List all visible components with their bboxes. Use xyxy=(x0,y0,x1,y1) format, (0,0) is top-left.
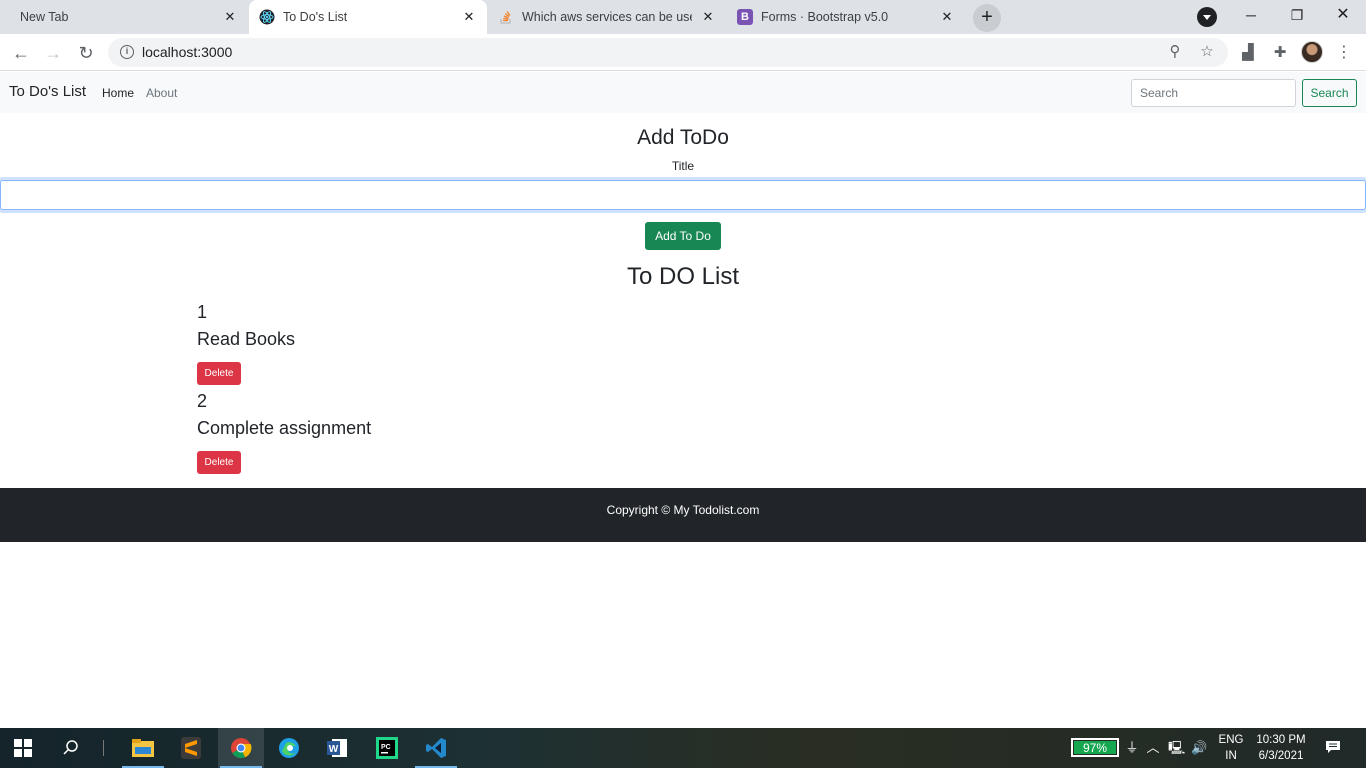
back-icon[interactable]: ← xyxy=(8,40,34,66)
tab-new-tab[interactable]: New Tab ✕ xyxy=(8,0,248,34)
minimize-icon[interactable]: ─ xyxy=(1228,0,1274,30)
tab-label: Forms · Bootstrap v5.0 xyxy=(761,10,889,24)
react-icon xyxy=(259,9,275,25)
tab-close-icon[interactable]: ✕ xyxy=(222,9,238,25)
tab-search-icon[interactable] xyxy=(1197,7,1217,27)
tab-label: New Tab xyxy=(20,10,69,24)
app-navbar: To Do's List Home About Search xyxy=(0,72,1366,113)
language-region: IN xyxy=(1225,750,1237,762)
close-window-icon[interactable]: ✕ xyxy=(1320,0,1366,30)
tab-close-icon[interactable]: ✕ xyxy=(939,9,955,25)
tab-label: Which aws services can be used t xyxy=(522,10,692,24)
battery-indicator[interactable]: 97% xyxy=(1071,738,1119,757)
search-taskbar-icon[interactable] xyxy=(48,728,94,768)
add-todo-button[interactable]: Add To Do xyxy=(645,222,721,250)
taskbar-divider xyxy=(103,740,104,756)
new-tab-button[interactable]: + xyxy=(973,4,1001,32)
pycharm-icon[interactable]: PC xyxy=(364,728,410,768)
address-bar[interactable]: i localhost:3000 ⚲ ☆ xyxy=(108,38,1228,67)
forward-icon[interactable]: → xyxy=(40,40,66,66)
svg-text:W: W xyxy=(329,744,339,755)
tab-bootstrap-forms[interactable]: B Forms · Bootstrap v5.0 ✕ xyxy=(727,0,965,34)
browser-toolbar: ← → ↻ i localhost:3000 ⚲ ☆ ▟ ✚ ⋮ xyxy=(0,34,1366,71)
profile-avatar[interactable] xyxy=(1301,41,1323,63)
browser-tab-strip: New Tab ✕ To Do's List ✕ Which aws servi… xyxy=(0,0,1366,34)
copyright-text: Copyright © My Todolist.com xyxy=(606,503,760,517)
reload-icon[interactable]: ↻ xyxy=(73,40,99,66)
todo-number: 2 xyxy=(197,391,208,411)
search-input[interactable] xyxy=(1131,79,1296,107)
clock-date: 6/3/2021 xyxy=(1258,750,1304,762)
nav-link-about[interactable]: About xyxy=(146,86,177,100)
tab-close-icon[interactable]: ✕ xyxy=(700,9,716,25)
edge-icon[interactable] xyxy=(266,728,312,768)
svg-text:PC: PC xyxy=(381,744,391,751)
chrome-taskbar-icon[interactable] xyxy=(218,728,264,768)
language-code: ENG xyxy=(1218,734,1244,746)
clock-time: 10:30 PM xyxy=(1256,734,1306,746)
extensions-puzzle-icon[interactable]: ✚ xyxy=(1270,43,1290,63)
network-icon[interactable]: 🖳 xyxy=(1168,739,1185,757)
search-button[interactable]: Search xyxy=(1302,79,1357,107)
notifications-icon[interactable] xyxy=(1324,739,1342,757)
tab-label: To Do's List xyxy=(283,10,348,24)
title-input[interactable] xyxy=(0,180,1366,210)
restore-icon[interactable]: ❐ xyxy=(1274,0,1320,30)
performance-extension-icon[interactable]: ▟ xyxy=(1238,43,1258,63)
vscode-icon[interactable] xyxy=(413,728,459,768)
add-todo-heading: Add ToDo xyxy=(637,126,729,149)
volume-icon[interactable]: 🔊 xyxy=(1191,739,1207,757)
tab-aws-question[interactable]: Which aws services can be used t ✕ xyxy=(488,0,726,34)
delete-button[interactable]: Delete xyxy=(197,362,241,385)
clock[interactable]: 10:30 PM 6/3/2021 xyxy=(1252,732,1310,764)
tab-close-icon[interactable]: ✕ xyxy=(461,9,477,25)
chrome-menu-icon[interactable]: ⋮ xyxy=(1334,43,1354,63)
language-indicator[interactable]: ENG IN xyxy=(1214,732,1248,764)
windows-taskbar: W PC 97% ⏚ ︿ 🖳 🔊 ENG IN 10:30 PM 6/3/202… xyxy=(0,728,1366,768)
navbar-brand[interactable]: To Do's List xyxy=(9,83,86,100)
nav-link-home[interactable]: Home xyxy=(102,86,134,100)
url-text: localhost:3000 xyxy=(142,44,233,60)
tab-todo-list[interactable]: To Do's List ✕ xyxy=(249,0,487,34)
windows-start-icon[interactable] xyxy=(0,728,46,768)
title-label: Title xyxy=(671,159,695,173)
battery-percent: 97% xyxy=(1074,741,1116,755)
todo-title: Complete assignment xyxy=(197,418,372,438)
stackoverflow-icon xyxy=(498,9,514,25)
todo-number: 1 xyxy=(197,302,208,322)
bookmark-star-icon[interactable]: ☆ xyxy=(1198,43,1216,61)
file-explorer-icon[interactable] xyxy=(120,728,166,768)
todo-title: Read Books xyxy=(197,329,296,349)
bootstrap-icon: B xyxy=(737,9,753,25)
delete-button[interactable]: Delete xyxy=(197,451,241,474)
word-icon[interactable]: W xyxy=(314,728,360,768)
sublime-text-icon[interactable] xyxy=(168,728,214,768)
todo-list-heading: To DO List xyxy=(626,263,740,290)
footer: Copyright © My Todolist.com xyxy=(0,488,1366,542)
show-hidden-icons-chevron-icon[interactable]: ︿ xyxy=(1145,739,1161,757)
charging-plug-icon[interactable]: ⏚ xyxy=(1124,739,1140,757)
site-info-icon[interactable]: i xyxy=(120,45,134,59)
zoom-icon[interactable]: ⚲ xyxy=(1166,43,1184,61)
